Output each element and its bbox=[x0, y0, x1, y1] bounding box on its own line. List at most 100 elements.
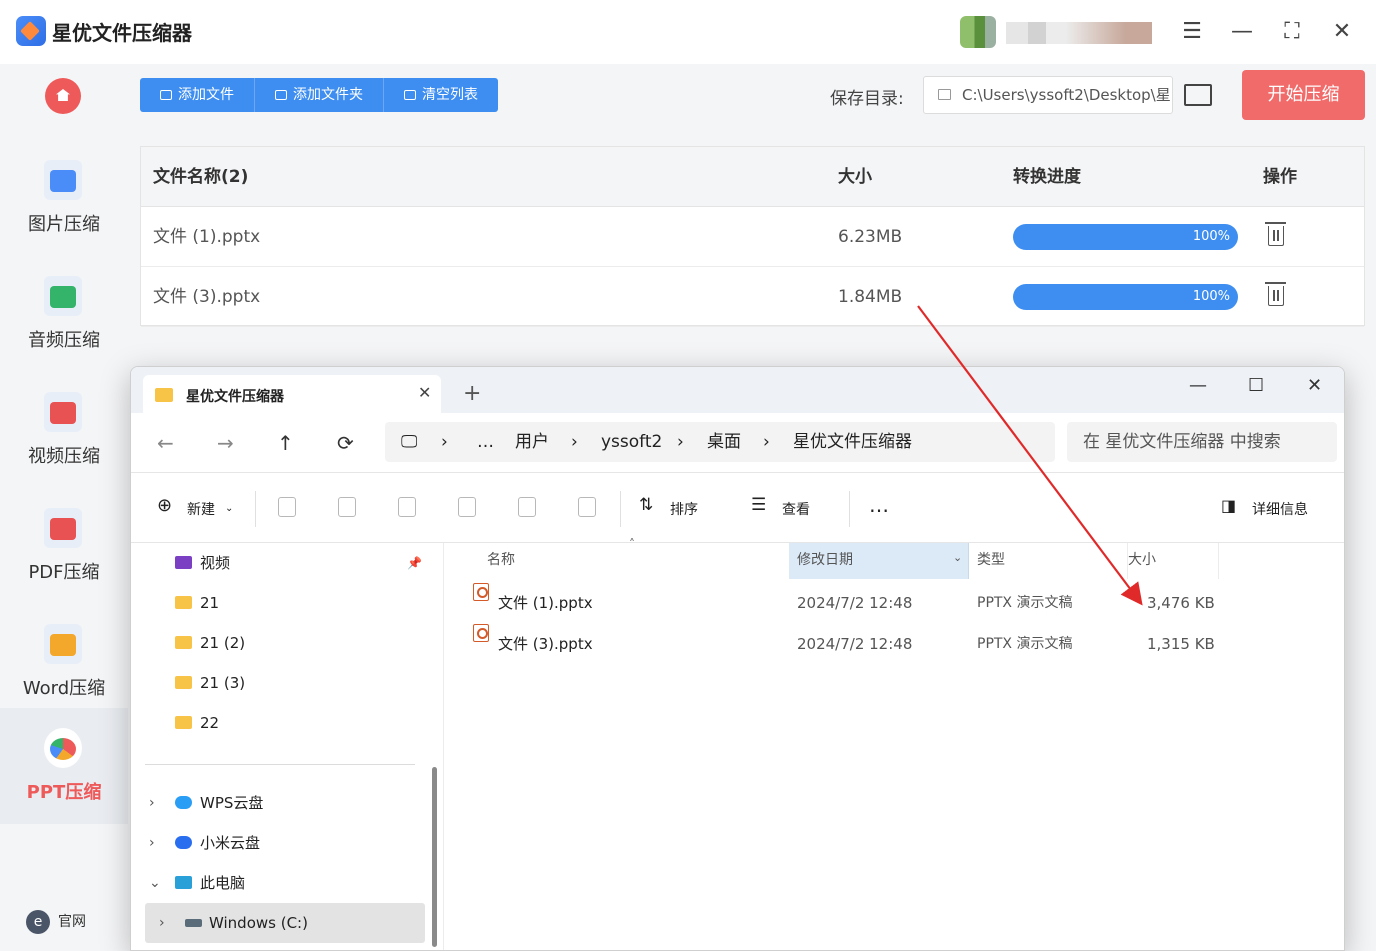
divider bbox=[849, 491, 850, 527]
user-name-blurred bbox=[1006, 22, 1152, 44]
cut-icon[interactable] bbox=[278, 497, 296, 517]
breadcrumb-item[interactable]: 星优文件压缩器 bbox=[793, 422, 912, 462]
column-header-type[interactable]: 类型 bbox=[975, 543, 1115, 579]
table-row[interactable]: 文件 (3).pptx 1.84MB 100% bbox=[141, 267, 1364, 327]
pptx-file-icon bbox=[473, 583, 489, 601]
minimize-icon[interactable]: — bbox=[1228, 18, 1256, 46]
explorer-tab-bar: 星优文件压缩器 ✕ + — ☐ ✕ bbox=[131, 367, 1344, 413]
close-icon[interactable]: ✕ bbox=[1328, 18, 1356, 46]
chevron-right-icon: › bbox=[441, 432, 448, 452]
divider bbox=[620, 491, 621, 527]
search-input[interactable]: 在 星优文件压缩器 中搜索 bbox=[1067, 422, 1337, 462]
file-size: 1,315 KB bbox=[1147, 635, 1215, 653]
sort-button[interactable]: 排序 bbox=[670, 499, 698, 519]
nav-item-folder[interactable]: 21 (2) bbox=[145, 623, 425, 663]
column-header-date[interactable]: 修改日期 bbox=[789, 543, 969, 579]
nav-item-mi-cloud[interactable]: › 小米云盘 bbox=[145, 823, 425, 863]
nav-item-folder[interactable]: 22 bbox=[145, 703, 425, 743]
new-button[interactable]: 新建 bbox=[187, 499, 215, 519]
back-icon[interactable]: ← bbox=[157, 431, 174, 455]
breadcrumb-item[interactable]: 桌面 bbox=[707, 422, 741, 462]
column-header-size[interactable]: 大小 bbox=[1127, 543, 1219, 579]
copy-icon[interactable] bbox=[338, 497, 356, 517]
chevron-down-icon[interactable]: ⌄ bbox=[953, 551, 962, 564]
up-icon[interactable]: ↑ bbox=[277, 431, 294, 455]
nav-item-label: 视频 bbox=[200, 554, 231, 572]
close-tab-icon[interactable]: ✕ bbox=[418, 383, 431, 402]
app-title: 星优文件压缩器 bbox=[52, 21, 192, 45]
nav-item-folder[interactable]: 21 bbox=[145, 583, 425, 623]
file-date: 2024/7/2 12:48 bbox=[797, 635, 913, 653]
sidebar-item-word[interactable]: Word压缩 bbox=[0, 604, 128, 720]
folder-icon bbox=[175, 676, 192, 689]
chevron-right-icon[interactable]: › bbox=[149, 823, 155, 863]
rename-icon[interactable] bbox=[458, 497, 476, 517]
settings-sliders-icon[interactable]: ☰ bbox=[1178, 18, 1206, 46]
details-button[interactable]: 详细信息 bbox=[1252, 499, 1308, 519]
refresh-icon[interactable]: ⟳ bbox=[337, 431, 354, 455]
paste-icon[interactable] bbox=[398, 497, 416, 517]
nav-item-drive-c[interactable]: › Windows (C:) bbox=[145, 903, 425, 943]
sidebar-item-video[interactable]: 视频压缩 bbox=[0, 372, 128, 488]
explorer-address-bar: ← → ↑ ⟳ 🖵 › … 用户 › yssoft2 › 桌面 › 星优文件压缩… bbox=[131, 413, 1344, 473]
breadcrumb-item[interactable]: yssoft2 bbox=[601, 422, 662, 462]
nav-item-wps-cloud[interactable]: › WPS云盘 bbox=[145, 783, 425, 823]
folder-icon bbox=[175, 596, 192, 609]
official-site-label: 官网 bbox=[58, 914, 86, 930]
clear-list-button[interactable]: 清空列表 bbox=[384, 78, 498, 112]
nav-item-video[interactable]: 视频 📌 bbox=[145, 543, 425, 583]
sidebar-item-pdf[interactable]: PDF压缩 bbox=[0, 488, 128, 604]
table-row[interactable]: 文件 (1).pptx 6.23MB 100% bbox=[141, 207, 1364, 267]
scrollbar[interactable] bbox=[432, 767, 437, 947]
file-name: 文件 (1).pptx bbox=[153, 227, 261, 247]
add-folder-button[interactable]: 添加文件夹 bbox=[255, 78, 384, 112]
breadcrumb-item[interactable]: … bbox=[477, 422, 494, 462]
folder-icon bbox=[938, 89, 951, 100]
file-row[interactable]: 文件 (3).pptx 2024/7/2 12:48 PPTX 演示文稿 1,3… bbox=[445, 624, 1245, 664]
chevron-right-icon[interactable]: › bbox=[159, 903, 165, 943]
file-size: 6.23MB bbox=[838, 227, 903, 247]
home-icon[interactable] bbox=[45, 78, 81, 114]
explorer-tab[interactable]: 星优文件压缩器 ✕ bbox=[143, 375, 441, 413]
open-folder-icon[interactable] bbox=[1184, 84, 1212, 106]
file-row[interactable]: 文件 (1).pptx 2024/7/2 12:48 PPTX 演示文稿 3,4… bbox=[445, 583, 1245, 623]
maximize-icon[interactable]: ⛶ bbox=[1278, 18, 1306, 46]
breadcrumb[interactable]: 🖵 › … 用户 › yssoft2 › 桌面 › 星优文件压缩器 bbox=[385, 422, 1055, 462]
delete-icon[interactable] bbox=[578, 497, 596, 517]
official-site-link[interactable]: e 官网 bbox=[26, 910, 86, 934]
file-icon bbox=[160, 90, 172, 100]
forward-icon[interactable]: → bbox=[217, 431, 234, 455]
nav-item-this-pc[interactable]: ⌄ 此电脑 bbox=[145, 863, 425, 903]
more-button[interactable]: … bbox=[869, 493, 889, 517]
file-name: 文件 (3).pptx bbox=[153, 287, 261, 307]
delete-icon[interactable] bbox=[1265, 282, 1286, 306]
sidebar-item-audio[interactable]: 音频压缩 bbox=[0, 256, 128, 372]
add-file-button[interactable]: 添加文件 bbox=[140, 78, 255, 112]
nav-item-folder[interactable]: 21 (3) bbox=[145, 663, 425, 703]
close-icon[interactable]: ✕ bbox=[1307, 375, 1322, 396]
maximize-icon[interactable]: ☐ bbox=[1248, 375, 1264, 396]
start-compress-button[interactable]: 开始压缩 bbox=[1242, 70, 1365, 120]
computer-icon bbox=[175, 876, 192, 889]
share-icon[interactable] bbox=[518, 497, 536, 517]
user-avatar[interactable] bbox=[960, 16, 996, 48]
nav-item-label: 22 bbox=[200, 714, 220, 732]
explorer-tab-title: 星优文件压缩器 bbox=[186, 389, 284, 405]
progress-bar: 100% bbox=[1013, 224, 1238, 250]
delete-icon[interactable] bbox=[1265, 222, 1286, 246]
sidebar-item-label: 视频压缩 bbox=[28, 446, 100, 467]
explorer-command-bar: ⊕ 新建 ⌄ ⇅ 排序 ☰ 查看 … ◨ 详细信息 bbox=[131, 473, 1344, 543]
chevron-right-icon[interactable]: › bbox=[149, 783, 155, 823]
pin-icon[interactable]: 📌 bbox=[407, 543, 422, 583]
column-header-name[interactable]: 名称 bbox=[445, 543, 785, 579]
header-name: 文件名称(2) bbox=[153, 167, 249, 187]
chevron-down-icon[interactable]: ⌄ bbox=[149, 863, 161, 903]
sidebar-item-image[interactable]: 图片压缩 bbox=[0, 140, 128, 256]
save-dir-field[interactable]: C:\Users\yssoft2\Desktop\星 bbox=[923, 76, 1173, 114]
sidebar-item-ppt[interactable]: PPT压缩 bbox=[0, 708, 128, 824]
breadcrumb-item[interactable]: 用户 bbox=[515, 422, 549, 462]
new-tab-icon[interactable]: + bbox=[463, 383, 481, 405]
view-button[interactable]: 查看 bbox=[782, 499, 810, 519]
minimize-icon[interactable]: — bbox=[1189, 375, 1207, 396]
navigation-pane: 视频 📌 21 21 (2) 21 (3) 22 › WPS云盘 › 小米云盘 … bbox=[131, 543, 431, 950]
